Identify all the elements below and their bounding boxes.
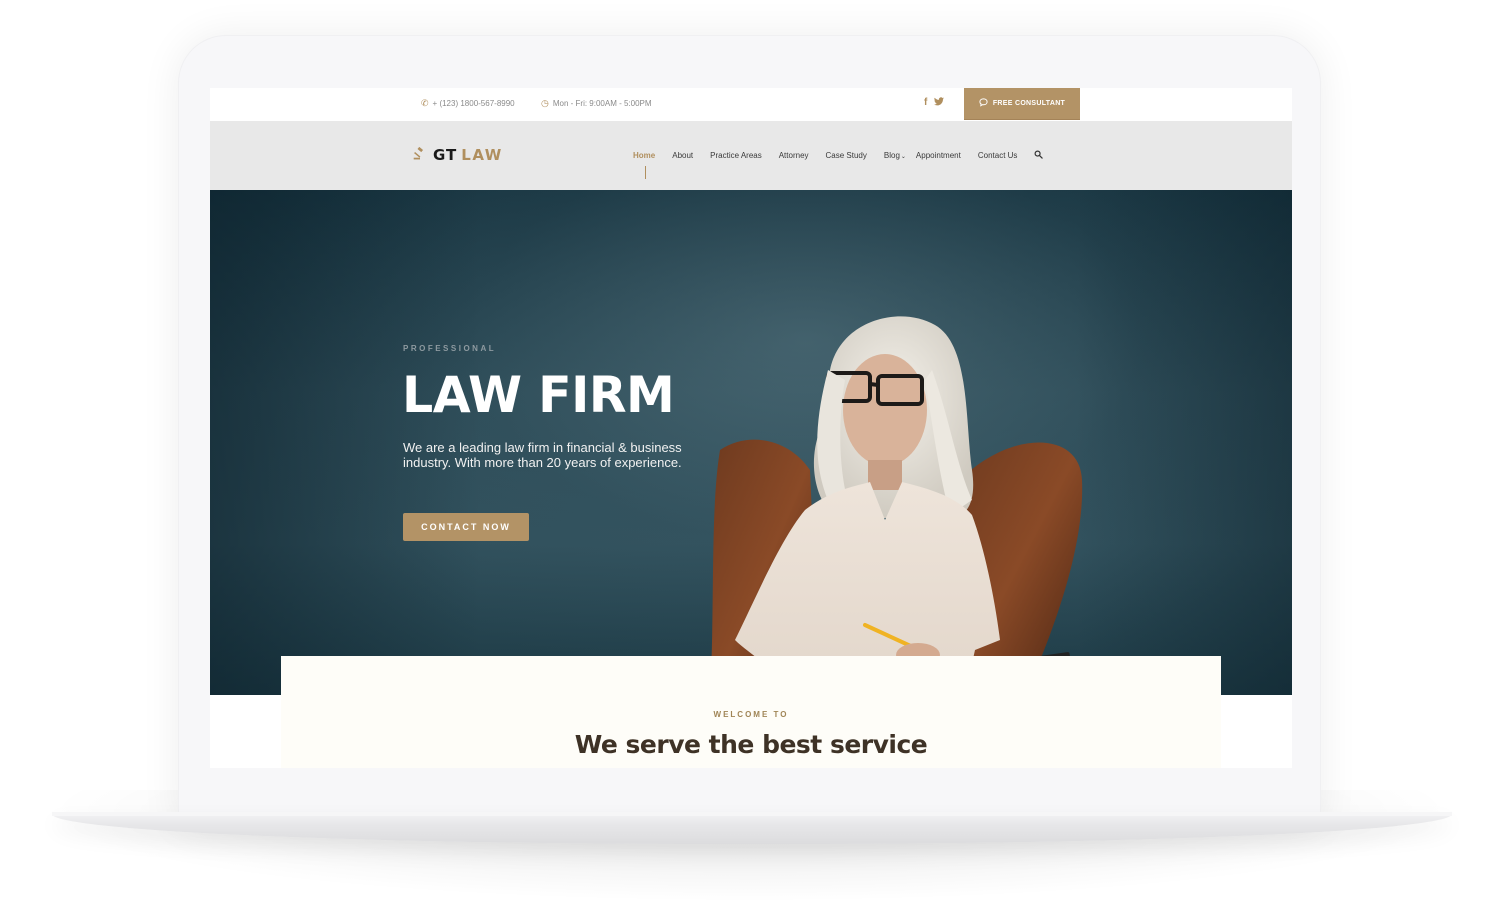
social-links: f	[924, 97, 945, 109]
office-hours: Mon - Fri: 9:00AM - 5:00PM	[552, 99, 652, 108]
contact-now-button[interactable]: CONTACT NOW	[403, 513, 529, 541]
hero-portrait-image	[710, 316, 1083, 695]
welcome-kicker: WELCOME TO	[713, 710, 789, 719]
site-logo[interactable]: GT LAW	[413, 146, 503, 164]
nav-item-home[interactable]: Home	[633, 151, 655, 179]
main-navbar: GT LAW Home About Practice Areas Attorne…	[210, 121, 1292, 190]
welcome-title: We serve the best service	[574, 730, 928, 759]
facebook-icon[interactable]: f	[924, 97, 927, 109]
chevron-down-icon: ⌄	[900, 154, 906, 160]
search-icon[interactable]	[1034, 150, 1044, 161]
clock-icon: ◷	[541, 98, 549, 108]
nav-item-blog[interactable]: Blog⌄	[884, 151, 906, 160]
nav-item-contact-us[interactable]: Contact Us	[978, 151, 1018, 160]
hero-description: We are a leading law firm in financial &…	[403, 440, 682, 470]
hero-section: PROFESSIONAL LAW FIRM We are a leading l…	[210, 190, 1292, 695]
phone-info[interactable]: ✆ + (123) 1800-567-8990	[421, 98, 515, 109]
nav-item-practice-areas[interactable]: Practice Areas	[710, 151, 762, 160]
face	[843, 354, 927, 466]
free-consultant-label: FREE CONSULTANT	[992, 100, 1066, 107]
nav-item-attorney[interactable]: Attorney	[779, 151, 809, 160]
hero-kicker: PROFESSIONAL	[403, 344, 497, 353]
chat-bubble-icon	[979, 98, 988, 109]
main-menu: Home About Practice Areas Attorney Case …	[633, 150, 1044, 179]
welcome-section: WELCOME TO We serve the best service	[281, 656, 1221, 768]
website-screen: ✆ + (123) 1800-567-8990 ◷ Mon - Fri: 9:0…	[210, 88, 1292, 768]
nav-item-appointment[interactable]: Appointment	[916, 151, 961, 160]
phone-number: + (123) 1800-567-8990	[432, 99, 515, 108]
twitter-icon[interactable]	[934, 97, 945, 109]
nav-item-blog-label: Blog	[883, 151, 900, 160]
nav-item-about[interactable]: About	[672, 151, 693, 160]
brand-name-secondary: LAW	[461, 146, 503, 164]
top-bar: ✆ + (123) 1800-567-8990 ◷ Mon - Fri: 9:0…	[210, 88, 1292, 121]
hours-info: ◷ Mon - Fri: 9:00AM - 5:00PM	[541, 98, 652, 109]
brand-name-primary: GT	[433, 146, 458, 164]
phone-icon: ✆	[421, 98, 429, 108]
nav-item-case-study[interactable]: Case Study	[826, 151, 867, 160]
hero-title: LAW FIRM	[402, 366, 675, 424]
gavel-icon	[413, 146, 427, 164]
free-consultant-button[interactable]: FREE CONSULTANT	[964, 88, 1080, 120]
